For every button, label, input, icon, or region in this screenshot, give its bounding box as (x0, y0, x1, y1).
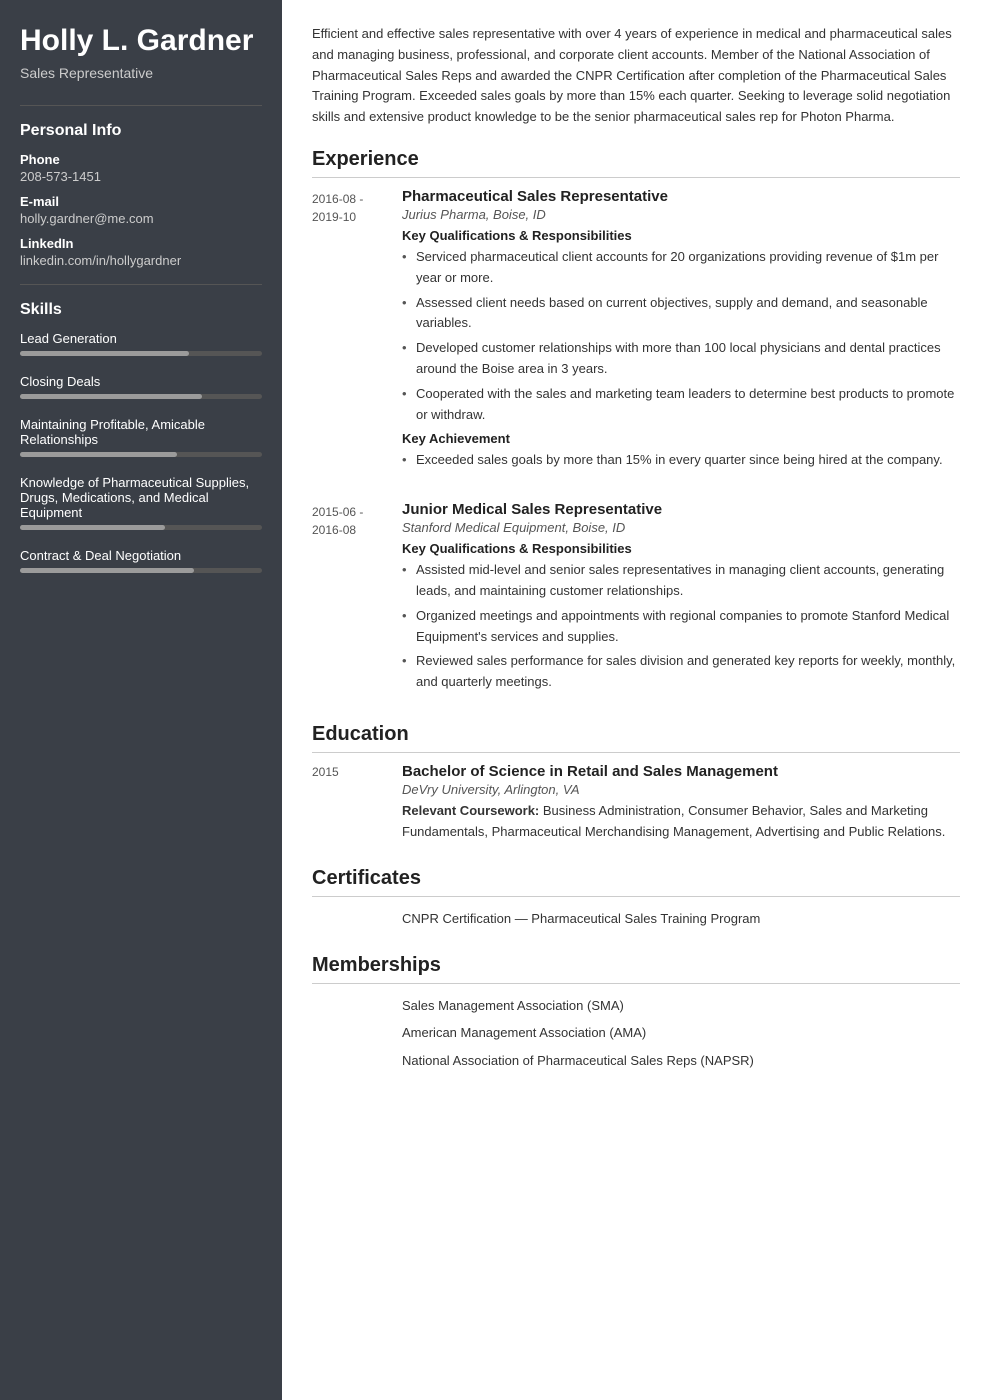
certificates-section: Certificates CNPR Certification — Pharma… (312, 867, 960, 930)
email-label: E-mail (20, 194, 262, 209)
skill-item: Maintaining Profitable, Amicable Relatio… (20, 417, 262, 457)
edu-title: Bachelor of Science in Retail and Sales … (402, 763, 960, 780)
skill-name: Knowledge of Pharmaceutical Supplies, Dr… (20, 475, 262, 520)
exp-title: Pharmaceutical Sales Representative (402, 188, 960, 205)
qualifications-heading: Key Qualifications & Responsibilities (402, 228, 960, 243)
skill-bar-fill (20, 394, 202, 399)
memberships-heading: Memberships (312, 954, 960, 984)
experience-list: 2016-08 -2019-10 Pharmaceutical Sales Re… (312, 188, 960, 699)
skill-bar-bg (20, 525, 262, 530)
qualification-item: Serviced pharmaceutical client accounts … (402, 247, 960, 289)
sidebar: Holly L. Gardner Sales Representative Pe… (0, 0, 282, 1400)
qualification-item: Assessed client needs based on current o… (402, 293, 960, 335)
exp-date: 2016-08 -2019-10 (312, 188, 402, 477)
skill-name: Lead Generation (20, 331, 262, 346)
skill-name: Closing Deals (20, 374, 262, 389)
membership-item: Sales Management Association (SMA) (312, 994, 960, 1017)
qualification-item: Assisted mid-level and senior sales repr… (402, 560, 960, 602)
memberships-list: Sales Management Association (SMA) Americ… (312, 994, 960, 1072)
education-entry: 2015 Bachelor of Science in Retail and S… (312, 763, 960, 843)
achievement-list: Exceeded sales goals by more than 15% in… (402, 450, 960, 471)
education-list: 2015 Bachelor of Science in Retail and S… (312, 763, 960, 843)
qualifications-list: Serviced pharmaceutical client accounts … (402, 247, 960, 425)
certificate-item: CNPR Certification — Pharmaceutical Sale… (312, 907, 960, 930)
qualification-item: Cooperated with the sales and marketing … (402, 384, 960, 426)
experience-entry: 2015-06 -2016-08 Junior Medical Sales Re… (312, 501, 960, 699)
exp-company: Jurius Pharma, Boise, ID (402, 207, 960, 222)
skill-bar-fill (20, 525, 165, 530)
skill-item: Knowledge of Pharmaceutical Supplies, Dr… (20, 475, 262, 530)
linkedin-value: linkedin.com/in/hollygardner (20, 253, 262, 268)
skill-bar-bg (20, 351, 262, 356)
skill-bar-fill (20, 452, 177, 457)
education-heading: Education (312, 723, 960, 753)
exp-company: Stanford Medical Equipment, Boise, ID (402, 520, 960, 535)
skill-name: Contract & Deal Negotiation (20, 548, 262, 563)
skill-bar-fill (20, 351, 189, 356)
memberships-section: Memberships Sales Management Association… (312, 954, 960, 1072)
qualification-item: Organized meetings and appointments with… (402, 606, 960, 648)
exp-content: Junior Medical Sales Representative Stan… (402, 501, 960, 699)
edu-date: 2015 (312, 763, 402, 843)
exp-title: Junior Medical Sales Representative (402, 501, 960, 518)
phone-value: 208-573-1451 (20, 169, 262, 184)
edu-school: DeVry University, Arlington, VA (402, 782, 960, 797)
skill-item: Contract & Deal Negotiation (20, 548, 262, 573)
experience-entry: 2016-08 -2019-10 Pharmaceutical Sales Re… (312, 188, 960, 477)
personal-info-heading: Personal Info (20, 122, 262, 140)
qualification-item: Developed customer relationships with mo… (402, 338, 960, 380)
certificates-list: CNPR Certification — Pharmaceutical Sale… (312, 907, 960, 930)
skill-item: Closing Deals (20, 374, 262, 399)
skill-bar-bg (20, 394, 262, 399)
experience-heading: Experience (312, 148, 960, 178)
phone-info: Phone 208-573-1451 (20, 152, 262, 184)
candidate-name: Holly L. Gardner (20, 24, 262, 59)
qualifications-heading: Key Qualifications & Responsibilities (402, 541, 960, 556)
experience-section: Experience 2016-08 -2019-10 Pharmaceutic… (312, 148, 960, 699)
edu-content: Bachelor of Science in Retail and Sales … (402, 763, 960, 843)
membership-item: National Association of Pharmaceutical S… (312, 1049, 960, 1072)
skill-bar-bg (20, 568, 262, 573)
email-info: E-mail holly.gardner@me.com (20, 194, 262, 226)
education-section: Education 2015 Bachelor of Science in Re… (312, 723, 960, 843)
skill-item: Lead Generation (20, 331, 262, 356)
main-content: Efficient and effective sales representa… (282, 0, 990, 1400)
skill-bar-bg (20, 452, 262, 457)
exp-date: 2015-06 -2016-08 (312, 501, 402, 699)
qualification-item: Reviewed sales performance for sales div… (402, 651, 960, 693)
email-value: holly.gardner@me.com (20, 211, 262, 226)
qualifications-list: Assisted mid-level and senior sales repr… (402, 560, 960, 693)
skill-name: Maintaining Profitable, Amicable Relatio… (20, 417, 262, 447)
candidate-title: Sales Representative (20, 65, 262, 81)
achievement-heading: Key Achievement (402, 431, 960, 446)
skills-list: Lead Generation Closing Deals Maintainin… (20, 331, 262, 573)
certificates-heading: Certificates (312, 867, 960, 897)
summary-text: Efficient and effective sales representa… (312, 24, 960, 128)
skills-heading: Skills (20, 301, 262, 319)
linkedin-info: LinkedIn linkedin.com/in/hollygardner (20, 236, 262, 268)
exp-content: Pharmaceutical Sales Representative Juri… (402, 188, 960, 477)
phone-label: Phone (20, 152, 262, 167)
edu-coursework: Relevant Coursework: Business Administra… (402, 801, 960, 843)
membership-item: American Management Association (AMA) (312, 1021, 960, 1044)
achievement-item: Exceeded sales goals by more than 15% in… (402, 450, 960, 471)
skill-bar-fill (20, 568, 194, 573)
linkedin-label: LinkedIn (20, 236, 262, 251)
